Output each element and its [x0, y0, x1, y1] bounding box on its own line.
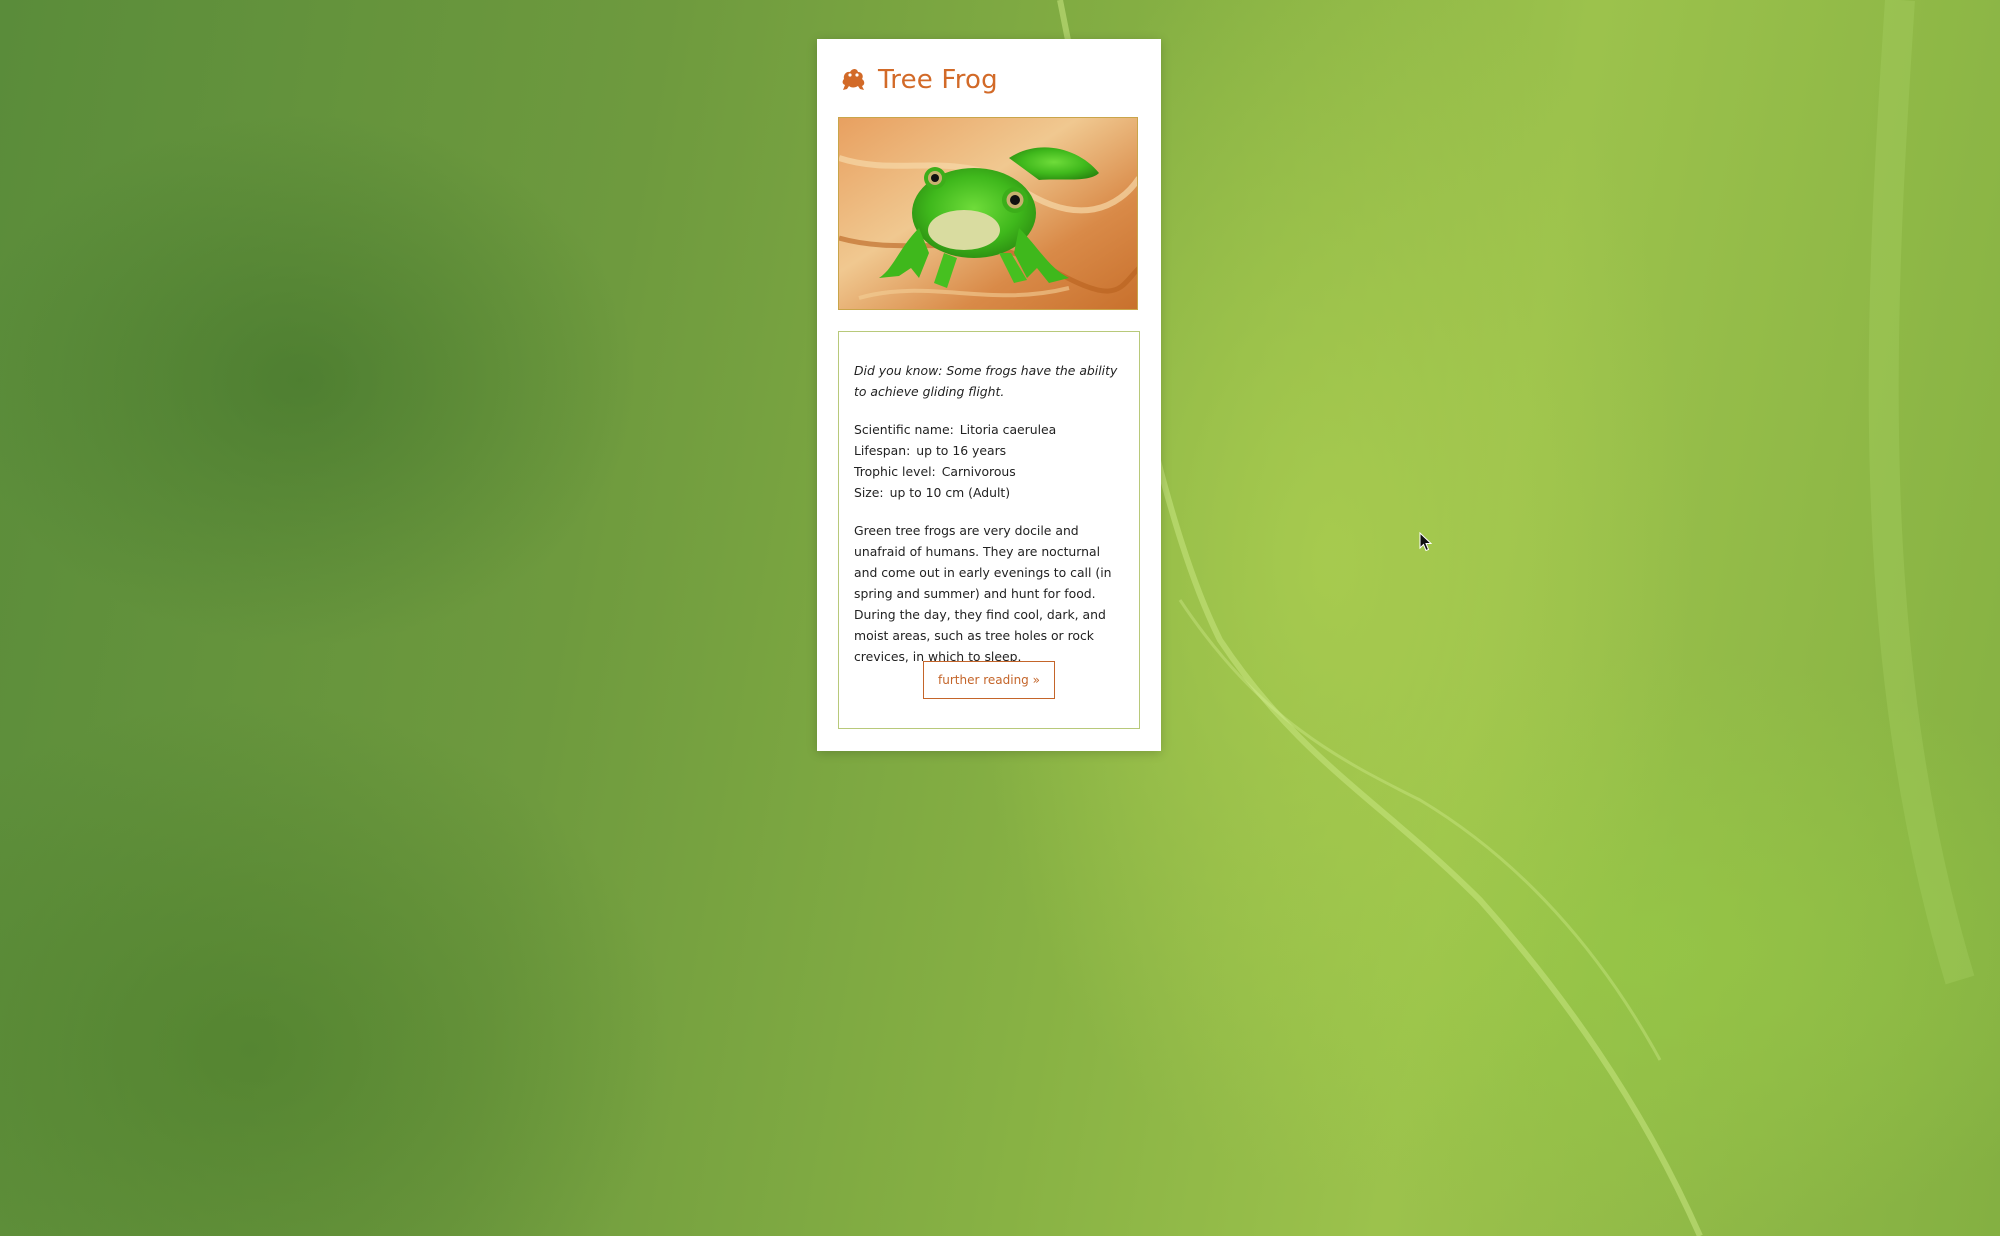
stats-list: Scientific name: Litoria caerulea Lifespa… — [854, 419, 1124, 503]
stat-value: Carnivorous — [941, 464, 1016, 479]
stat-label: Lifespan: — [854, 443, 911, 458]
fun-fact: Did you know: Some frogs have the abilit… — [854, 363, 1118, 399]
further-reading-button[interactable]: further reading » — [923, 661, 1055, 699]
stat-lifespan: Lifespan: up to 16 years — [854, 440, 1124, 461]
card-header: Tree Frog — [838, 63, 998, 97]
stat-label: Size: — [854, 485, 884, 500]
stat-value: up to 10 cm (Adult) — [889, 485, 1011, 500]
stat-size: Size: up to 10 cm (Adult) — [854, 482, 1124, 503]
stat-label: Scientific name: — [854, 422, 954, 437]
info-card: Tree Frog Did you know: Some frogs have … — [817, 39, 1161, 751]
stat-scientific-name: Scientific name: Litoria caerulea — [854, 419, 1124, 440]
description: Green tree frogs are very docile and una… — [854, 523, 1112, 664]
card-title: Tree Frog — [878, 65, 998, 95]
frog-icon — [842, 69, 865, 90]
stat-value: Litoria caerulea — [959, 422, 1057, 437]
stat-value: up to 16 years — [916, 443, 1007, 458]
stat-trophic-level: Trophic level: Carnivorous — [854, 461, 1124, 482]
info-box: Did you know: Some frogs have the abilit… — [838, 331, 1140, 729]
mouse-cursor-icon — [1419, 532, 1433, 552]
frog-photo — [838, 117, 1138, 310]
stat-label: Trophic level: — [854, 464, 936, 479]
